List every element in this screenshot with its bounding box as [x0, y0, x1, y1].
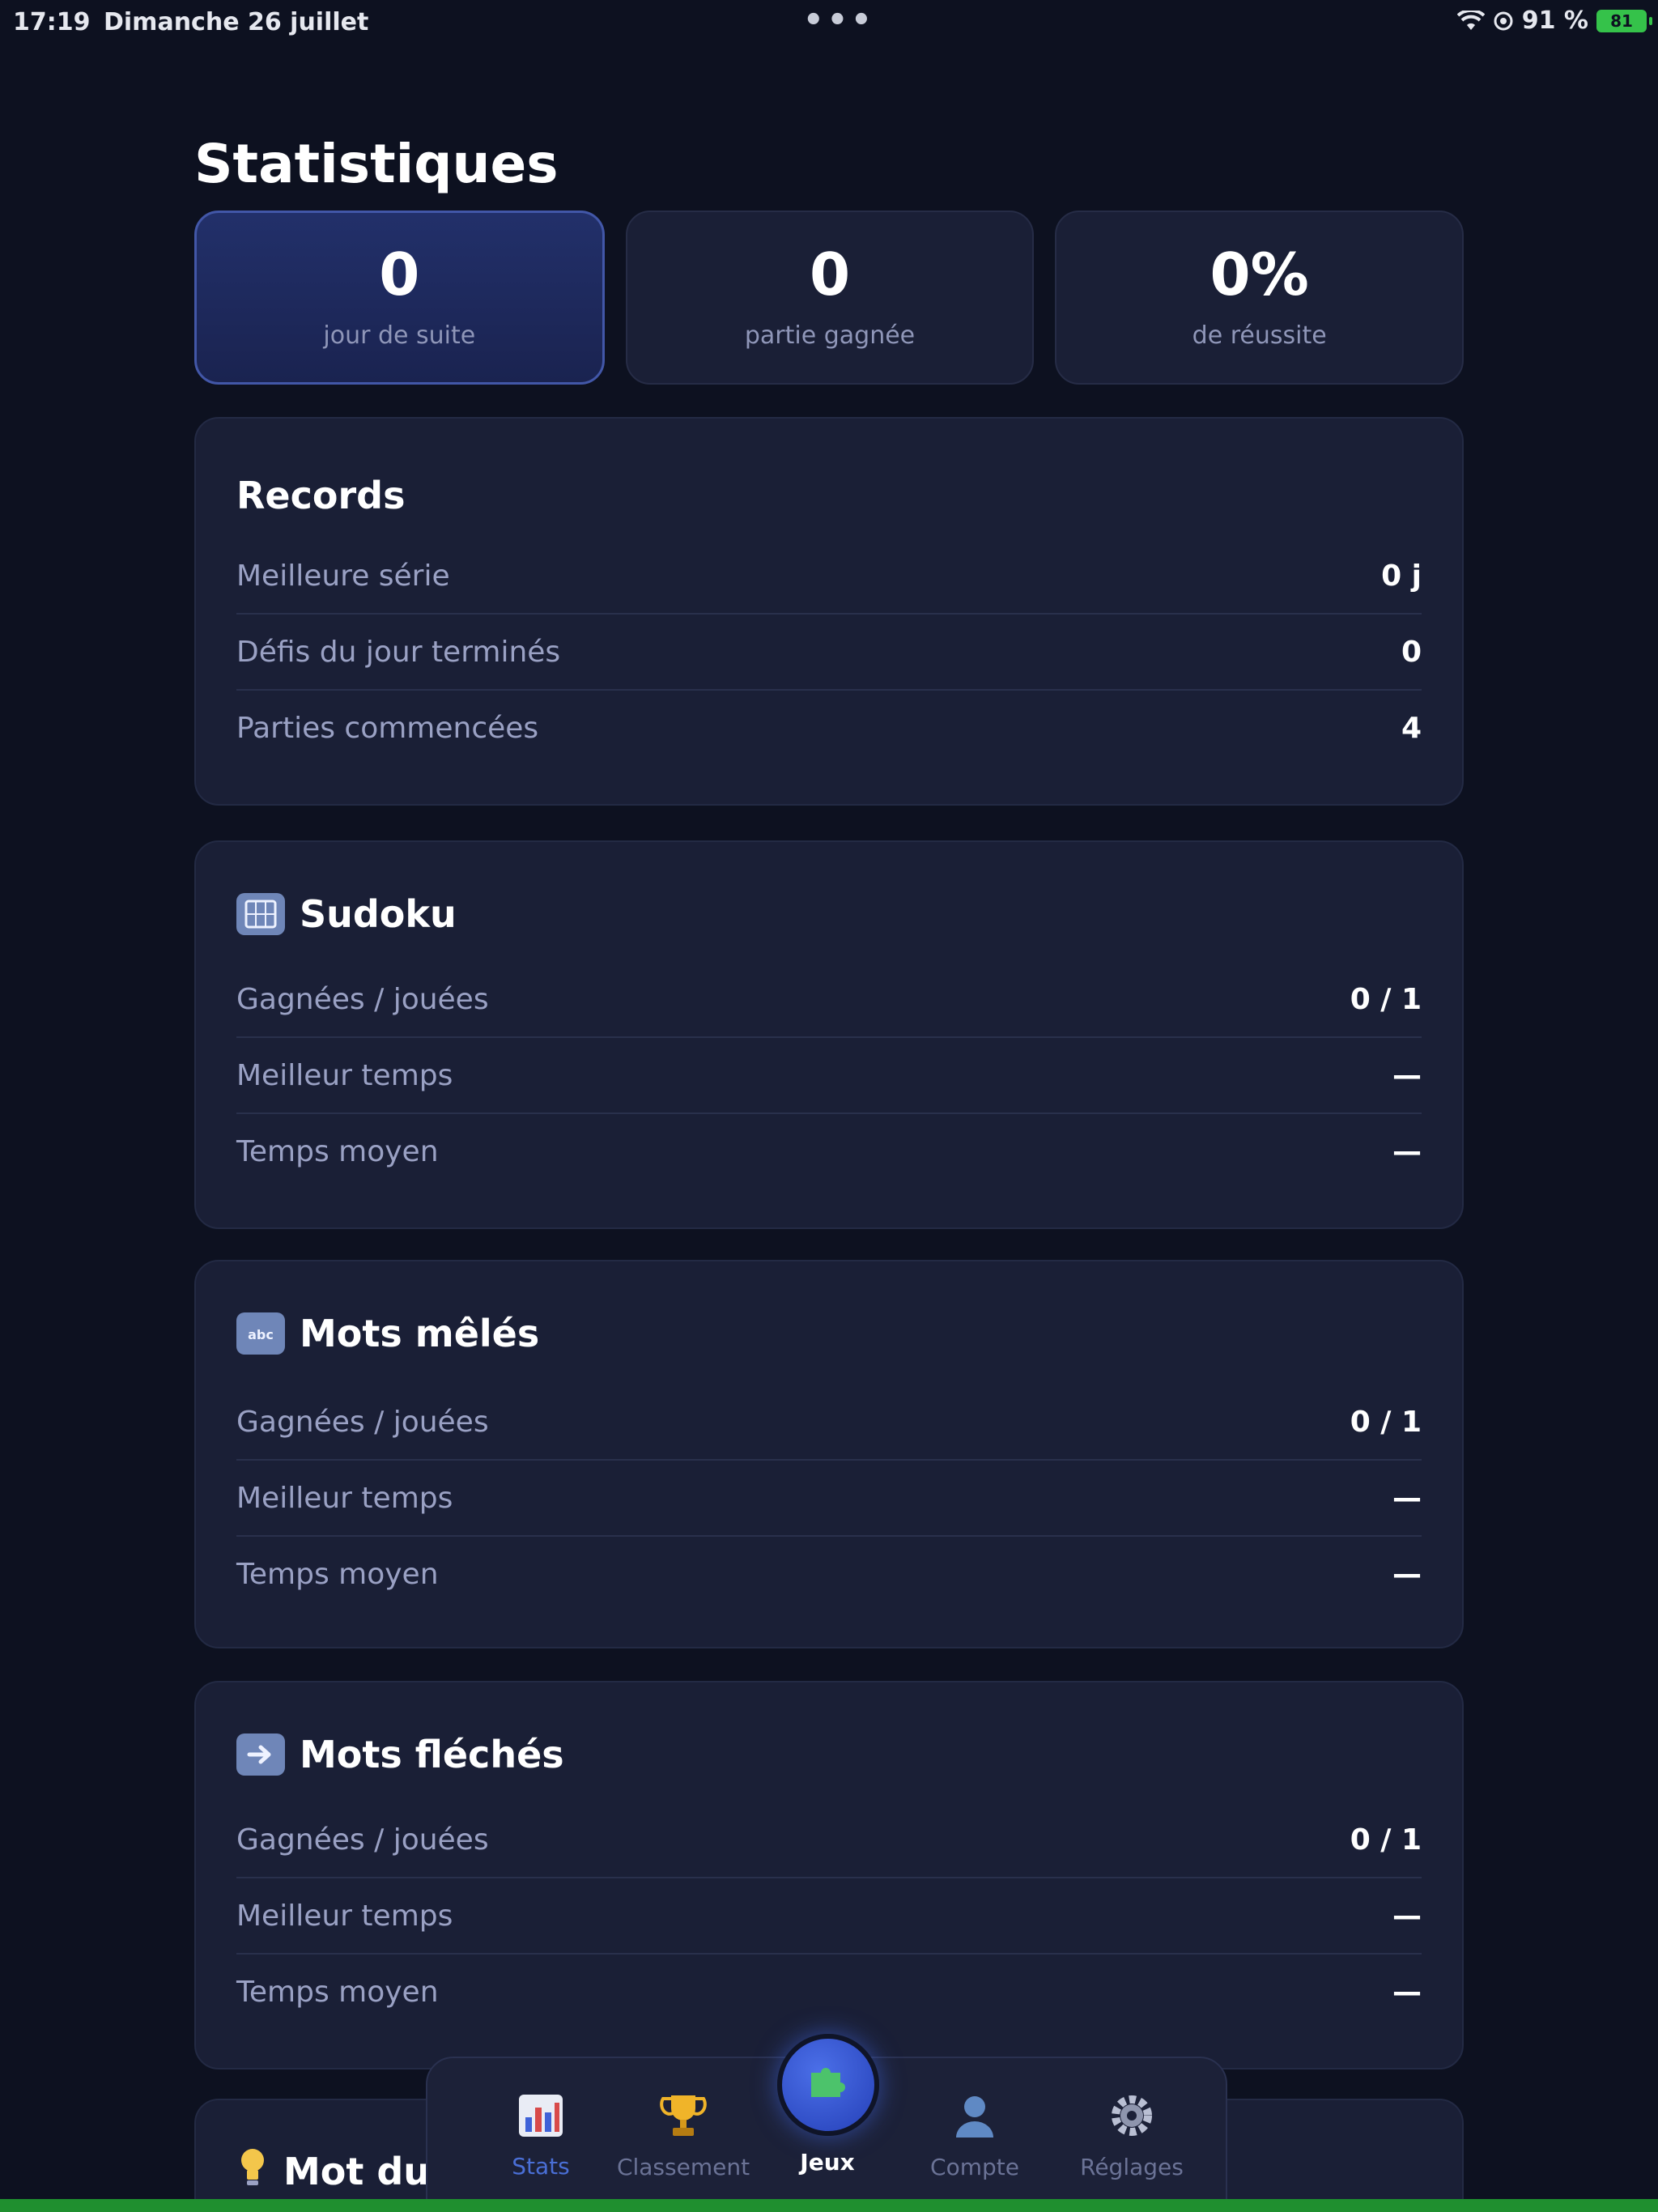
- row-label: Meilleur temps: [236, 1481, 453, 1515]
- table-row: Meilleure série 0 j: [236, 538, 1422, 615]
- row-label: Gagnées / jouées: [236, 982, 489, 1016]
- table-row: Meilleur temps —: [236, 1038, 1422, 1114]
- table-row: Temps moyen —: [236, 1114, 1422, 1189]
- status-time: 17:19: [13, 8, 91, 36]
- battery-level: 81: [1610, 11, 1633, 31]
- row-value: —: [1392, 1975, 1422, 2009]
- page-title: Statistiques: [194, 133, 559, 195]
- nav-item-compte[interactable]: Compte: [895, 2058, 1054, 2212]
- status-date: Dimanche 26 juillet: [104, 8, 369, 36]
- row-value: —: [1392, 1481, 1422, 1515]
- nav-label: Réglages: [1080, 2153, 1184, 2180]
- numbers-icon: [236, 893, 285, 935]
- card-title: abc Mots mêlés: [236, 1312, 539, 1355]
- table-row: Défis du jour terminés 0: [236, 615, 1422, 691]
- row-value: —: [1392, 1134, 1422, 1168]
- table-row: Temps moyen —: [236, 1537, 1422, 1611]
- row-label: Défis du jour terminés: [236, 635, 561, 669]
- gear-icon: [1108, 2092, 1155, 2147]
- row-label: Parties commencées: [236, 711, 539, 745]
- summary-label: partie gagnée: [744, 321, 916, 350]
- nav-label: Classement: [616, 2153, 750, 2180]
- table-row: Gagnées / jouées 0 / 1: [236, 962, 1422, 1038]
- row-value: 0 / 1: [1350, 982, 1422, 1016]
- table-row: Gagnées / jouées 0 / 1: [236, 1802, 1422, 1878]
- table-row: Meilleur temps —: [236, 1878, 1422, 1955]
- word-of-day-title: Mot du: [283, 2149, 431, 2193]
- nav-label: Stats: [512, 2152, 570, 2180]
- table-row: Meilleur temps —: [236, 1461, 1422, 1537]
- summary-card-wins[interactable]: 0 partie gagnée: [625, 211, 1035, 385]
- summary-value: 0: [809, 240, 851, 308]
- row-label: Gagnées / jouées: [236, 1405, 489, 1439]
- row-label: Meilleure série: [236, 559, 450, 593]
- status-bar: 17:19 Dimanche 26 juillet ••• 91 % 81: [0, 0, 1658, 45]
- nav-item-stats[interactable]: Stats: [461, 2058, 620, 2212]
- card-title: Mots fléchés: [236, 1733, 564, 1776]
- summary-card-streak[interactable]: 0 jour de suite: [194, 211, 605, 385]
- row-label: Temps moyen: [236, 1975, 439, 2009]
- arrow-words-title: Mots fléchés: [300, 1733, 564, 1776]
- puzzle-icon: [803, 2055, 853, 2116]
- word-search-rows: Gagnées / jouées 0 / 1 Meilleur temps — …: [236, 1385, 1422, 1611]
- records-title: Records: [236, 474, 406, 517]
- summary-label: de réussite: [1192, 321, 1327, 350]
- table-row: Temps moyen —: [236, 1955, 1422, 2029]
- card-title: Sudoku: [236, 892, 457, 936]
- row-label: Temps moyen: [236, 1134, 439, 1168]
- sudoku-stats-card: Sudoku Gagnées / jouées 0 / 1 Meilleur t…: [194, 840, 1464, 1229]
- row-value: 0 j: [1381, 559, 1422, 593]
- arrow-words-rows: Gagnées / jouées 0 / 1 Meilleur temps — …: [236, 1802, 1422, 2029]
- summary-value: 0%: [1209, 240, 1309, 308]
- battery-percent: 91 %: [1521, 6, 1588, 35]
- nav-item-reglages[interactable]: Réglages: [1052, 2058, 1211, 2212]
- nav-item-classement[interactable]: Classement: [604, 2058, 763, 2212]
- word-search-stats-card: abc Mots mêlés Gagnées / jouées 0 / 1 Me…: [194, 1260, 1464, 1648]
- summary-cards: 0 jour de suite 0 partie gagnée 0% de ré…: [194, 211, 1465, 385]
- row-value: 0 / 1: [1350, 1823, 1422, 1857]
- table-row: Gagnées / jouées 0 / 1: [236, 1385, 1422, 1461]
- multitasking-dots-icon[interactable]: •••: [803, 2, 875, 39]
- trophy-icon: [660, 2092, 707, 2147]
- right-arrow-icon: [236, 1733, 285, 1776]
- wifi-icon: [1456, 10, 1485, 30]
- card-title: Records: [236, 474, 405, 517]
- summary-label: jour de suite: [323, 321, 476, 350]
- arrow-words-stats-card: Mots fléchés Gagnées / jouées 0 / 1 Meil…: [194, 1681, 1464, 2069]
- card-title: Mot du: [236, 2146, 430, 2197]
- summary-value: 0: [379, 240, 420, 308]
- row-value: 0 / 1: [1350, 1405, 1422, 1439]
- lightbulb-icon: [236, 2146, 269, 2197]
- games-fab-button[interactable]: [777, 2034, 879, 2136]
- records-card: Records Meilleure série 0 j Défis du jou…: [194, 417, 1464, 806]
- row-label: Temps moyen: [236, 1557, 439, 1591]
- summary-card-success-rate[interactable]: 0% de réussite: [1055, 211, 1465, 385]
- row-value: —: [1392, 1557, 1422, 1591]
- row-value: —: [1392, 1058, 1422, 1092]
- bottom-edge-strip: [0, 2199, 1658, 2212]
- sudoku-rows: Gagnées / jouées 0 / 1 Meilleur temps — …: [236, 962, 1422, 1189]
- battery-icon: 81: [1596, 9, 1652, 32]
- sudoku-title: Sudoku: [300, 892, 457, 936]
- row-value: —: [1392, 1899, 1422, 1933]
- row-value: 0: [1401, 635, 1422, 669]
- user-icon: [951, 2092, 998, 2147]
- row-value: 4: [1401, 711, 1422, 745]
- abc-icon: abc: [236, 1312, 285, 1355]
- row-label: Meilleur temps: [236, 1899, 453, 1933]
- nav-label: Jeux: [800, 2148, 855, 2176]
- svg-text:abc: abc: [248, 1327, 274, 1342]
- bar-chart-icon: [517, 2093, 564, 2146]
- word-search-title: Mots mêlés: [300, 1312, 540, 1355]
- status-right: 91 % 81: [1456, 6, 1652, 35]
- row-label: Meilleur temps: [236, 1058, 453, 1092]
- nav-label: Compte: [930, 2153, 1019, 2180]
- location-icon: [1494, 11, 1513, 30]
- records-rows: Meilleure série 0 j Défis du jour termin…: [236, 538, 1422, 765]
- row-label: Gagnées / jouées: [236, 1823, 489, 1857]
- table-row: Parties commencées 4: [236, 691, 1422, 765]
